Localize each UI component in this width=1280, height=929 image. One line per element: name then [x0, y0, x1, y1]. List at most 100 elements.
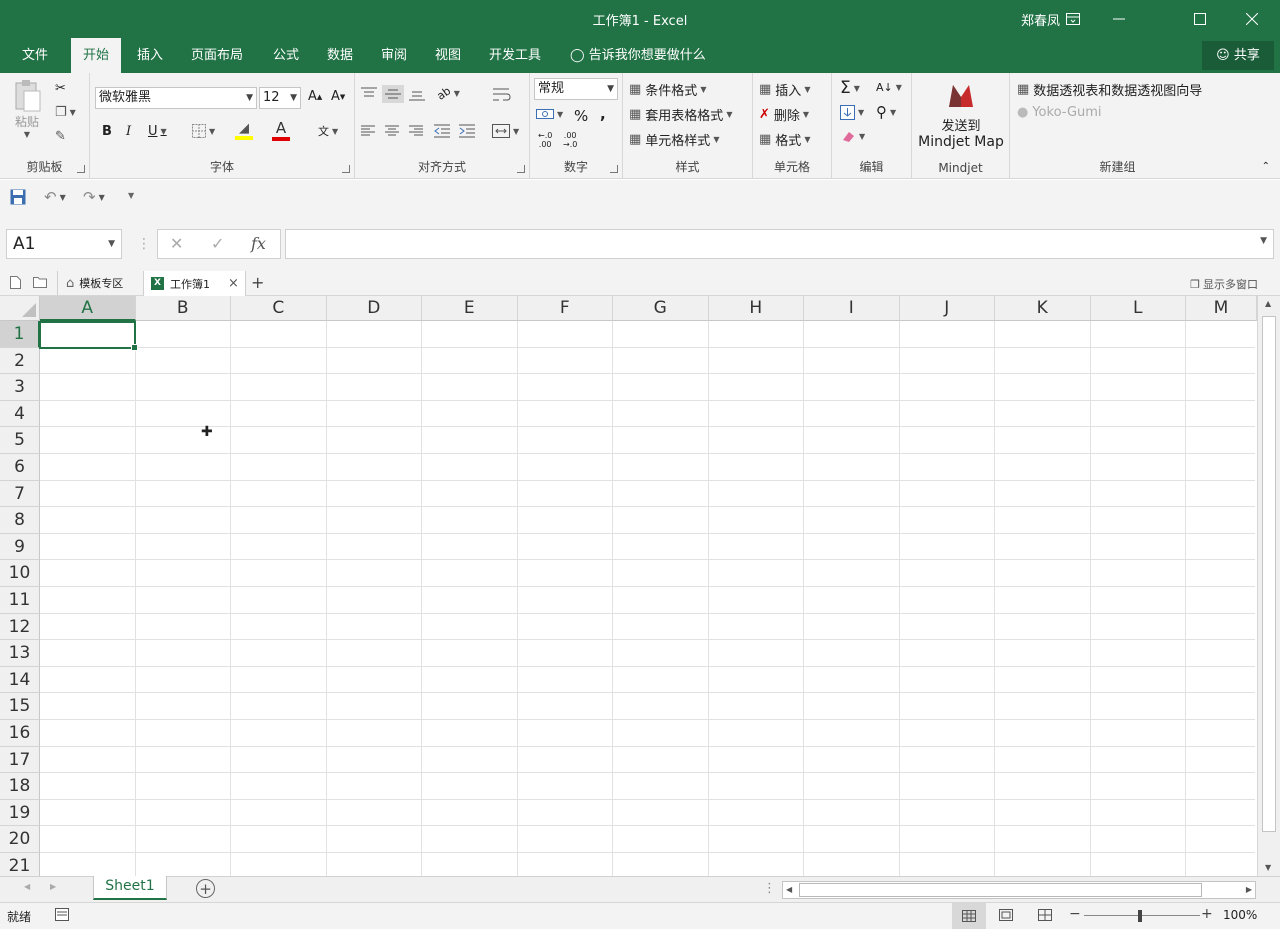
workbook-tab[interactable]: X 工作簿1 ×: [143, 271, 246, 296]
open-folder-icon[interactable]: [33, 276, 47, 288]
increase-indent-icon[interactable]: [459, 124, 475, 138]
tab-insert[interactable]: 插入: [125, 38, 175, 73]
confirm-entry-icon[interactable]: ✓: [211, 234, 224, 253]
decrease-indent-icon[interactable]: [434, 124, 450, 138]
number-format-select[interactable]: 常规 ▼: [534, 78, 618, 100]
font-launcher-icon[interactable]: [342, 165, 350, 173]
zoom-slider-thumb[interactable]: [1138, 910, 1142, 922]
name-box-dropdown-icon[interactable]: ▼: [108, 230, 115, 258]
currency-icon[interactable]: ▼: [536, 107, 563, 121]
show-multi-window[interactable]: ❐ 显示多窗口: [1190, 276, 1258, 292]
add-sheet-icon[interactable]: +: [196, 879, 215, 898]
align-bottom-icon[interactable]: [409, 87, 425, 101]
tell-me-search[interactable]: ◯ 告诉我你想要做什么: [570, 38, 706, 73]
row-header-14[interactable]: 14: [0, 666, 40, 694]
fill-color-icon[interactable]: ◢: [235, 121, 253, 140]
italic-button[interactable]: I: [126, 124, 131, 139]
zoom-out-icon[interactable]: −: [1069, 906, 1081, 922]
minimize-button[interactable]: [1096, 0, 1142, 38]
column-header-j[interactable]: J: [899, 296, 995, 321]
format-painter-icon[interactable]: ✎: [55, 129, 66, 144]
row-header-15[interactable]: 15: [0, 693, 40, 720]
clipboard-launcher-icon[interactable]: [77, 165, 85, 173]
maximize-button[interactable]: [1177, 0, 1223, 38]
cell-styles-button[interactable]: ▦ 单元格样式 ▼: [629, 130, 719, 149]
vertical-scroll-thumb[interactable]: [1262, 316, 1276, 832]
column-header-l[interactable]: L: [1090, 296, 1186, 321]
page-layout-view-icon[interactable]: [999, 909, 1013, 921]
phonetic-icon[interactable]: 文 ▼: [318, 123, 338, 139]
row-header-19[interactable]: 19: [0, 799, 40, 827]
undo-icon[interactable]: ↶ ▼: [44, 188, 66, 206]
normal-view-icon[interactable]: [952, 903, 986, 929]
tab-file[interactable]: 文件: [10, 38, 60, 73]
scroll-up-icon[interactable]: ▲: [1265, 299, 1271, 308]
cut-icon[interactable]: ✂: [55, 81, 66, 96]
row-header-8[interactable]: 8: [0, 507, 40, 534]
column-header-f[interactable]: F: [517, 296, 613, 321]
find-select-icon[interactable]: ⚲ ▼: [876, 103, 896, 121]
merge-center-icon[interactable]: ▼: [492, 124, 519, 138]
font-name-select[interactable]: 微软雅黑 ▼: [95, 87, 257, 109]
row-header-20[interactable]: 20: [0, 826, 40, 853]
fill-icon[interactable]: ▼: [840, 105, 864, 120]
column-header-d[interactable]: D: [326, 296, 422, 321]
new-doc-icon[interactable]: [10, 276, 21, 289]
horizontal-scrollbar[interactable]: ◀ ▶: [782, 881, 1256, 899]
scroll-down-icon[interactable]: ▼: [1265, 863, 1271, 872]
row-header-18[interactable]: 18: [0, 773, 40, 800]
drag-handle-icon[interactable]: ⋮: [137, 236, 151, 252]
column-header-g[interactable]: G: [613, 296, 709, 321]
increase-decimal-icon[interactable]: ←.0.00: [538, 131, 552, 149]
scroll-left-icon[interactable]: ◀: [786, 885, 792, 894]
tab-formulas[interactable]: 公式: [261, 38, 311, 73]
percent-icon[interactable]: %: [574, 107, 588, 125]
close-tab-icon[interactable]: ×: [228, 276, 239, 291]
row-header-21[interactable]: 21: [0, 853, 40, 876]
yoko-gumi-button[interactable]: ● Yoko-Gumi: [1017, 105, 1102, 120]
ribbon-display-icon[interactable]: [1050, 0, 1096, 38]
next-sheet-icon[interactable]: ▶: [50, 882, 56, 891]
name-box[interactable]: A1 ▼: [6, 229, 122, 259]
zoom-level[interactable]: 100%: [1223, 908, 1257, 922]
templates-tab[interactable]: ⌂ 模板专区: [57, 271, 123, 295]
send-to-mindjet-button[interactable]: 发送到 Mindjet Map: [918, 83, 1004, 150]
row-header-17[interactable]: 17: [0, 746, 40, 774]
redo-icon[interactable]: ↷ ▼: [83, 188, 105, 206]
row-header-12[interactable]: 12: [0, 613, 40, 641]
tab-home[interactable]: 开始: [71, 38, 122, 74]
column-header-c[interactable]: C: [231, 296, 327, 321]
close-button[interactable]: [1229, 0, 1275, 38]
borders-icon[interactable]: ▼: [192, 124, 215, 138]
scroll-right-icon[interactable]: ▶: [1246, 885, 1252, 894]
row-header-3[interactable]: 3: [0, 374, 40, 401]
font-size-select[interactable]: 12 ▼: [259, 87, 301, 109]
sort-filter-icon[interactable]: A↓ ▼: [876, 81, 902, 94]
align-middle-icon[interactable]: [382, 85, 404, 103]
customize-qat-icon[interactable]: ▼: [128, 191, 134, 200]
zoom-in-icon[interactable]: +: [1201, 906, 1213, 922]
active-cell[interactable]: [39, 321, 138, 351]
copy-icon[interactable]: ❐ ▼: [55, 105, 76, 120]
grow-font-icon[interactable]: A ▲: [308, 89, 322, 104]
tab-data[interactable]: 数据: [315, 38, 365, 73]
wrap-text-icon[interactable]: [493, 87, 511, 103]
column-header-m[interactable]: M: [1186, 296, 1257, 321]
column-header-k[interactable]: K: [995, 296, 1091, 321]
column-header-h[interactable]: H: [708, 296, 804, 321]
vertical-scrollbar[interactable]: ▲ ▼: [1257, 296, 1280, 876]
number-launcher-icon[interactable]: [610, 165, 618, 173]
formula-input[interactable]: ▼: [285, 229, 1274, 259]
column-header-a[interactable]: A: [40, 296, 136, 321]
row-header-10[interactable]: 10: [0, 560, 40, 587]
row-header-1[interactable]: 1: [0, 321, 40, 348]
row-header-2[interactable]: 2: [0, 347, 40, 375]
alignment-launcher-icon[interactable]: [517, 165, 525, 173]
row-header-13[interactable]: 13: [0, 640, 40, 667]
collapse-ribbon-icon[interactable]: ⌃: [1262, 161, 1270, 172]
row-header-11[interactable]: 11: [0, 587, 40, 614]
autosum-icon[interactable]: Σ ▼: [840, 78, 860, 98]
column-header-b[interactable]: B: [135, 296, 231, 321]
tab-splitter-icon[interactable]: ⋮: [763, 881, 776, 896]
bold-button[interactable]: B: [102, 124, 112, 139]
